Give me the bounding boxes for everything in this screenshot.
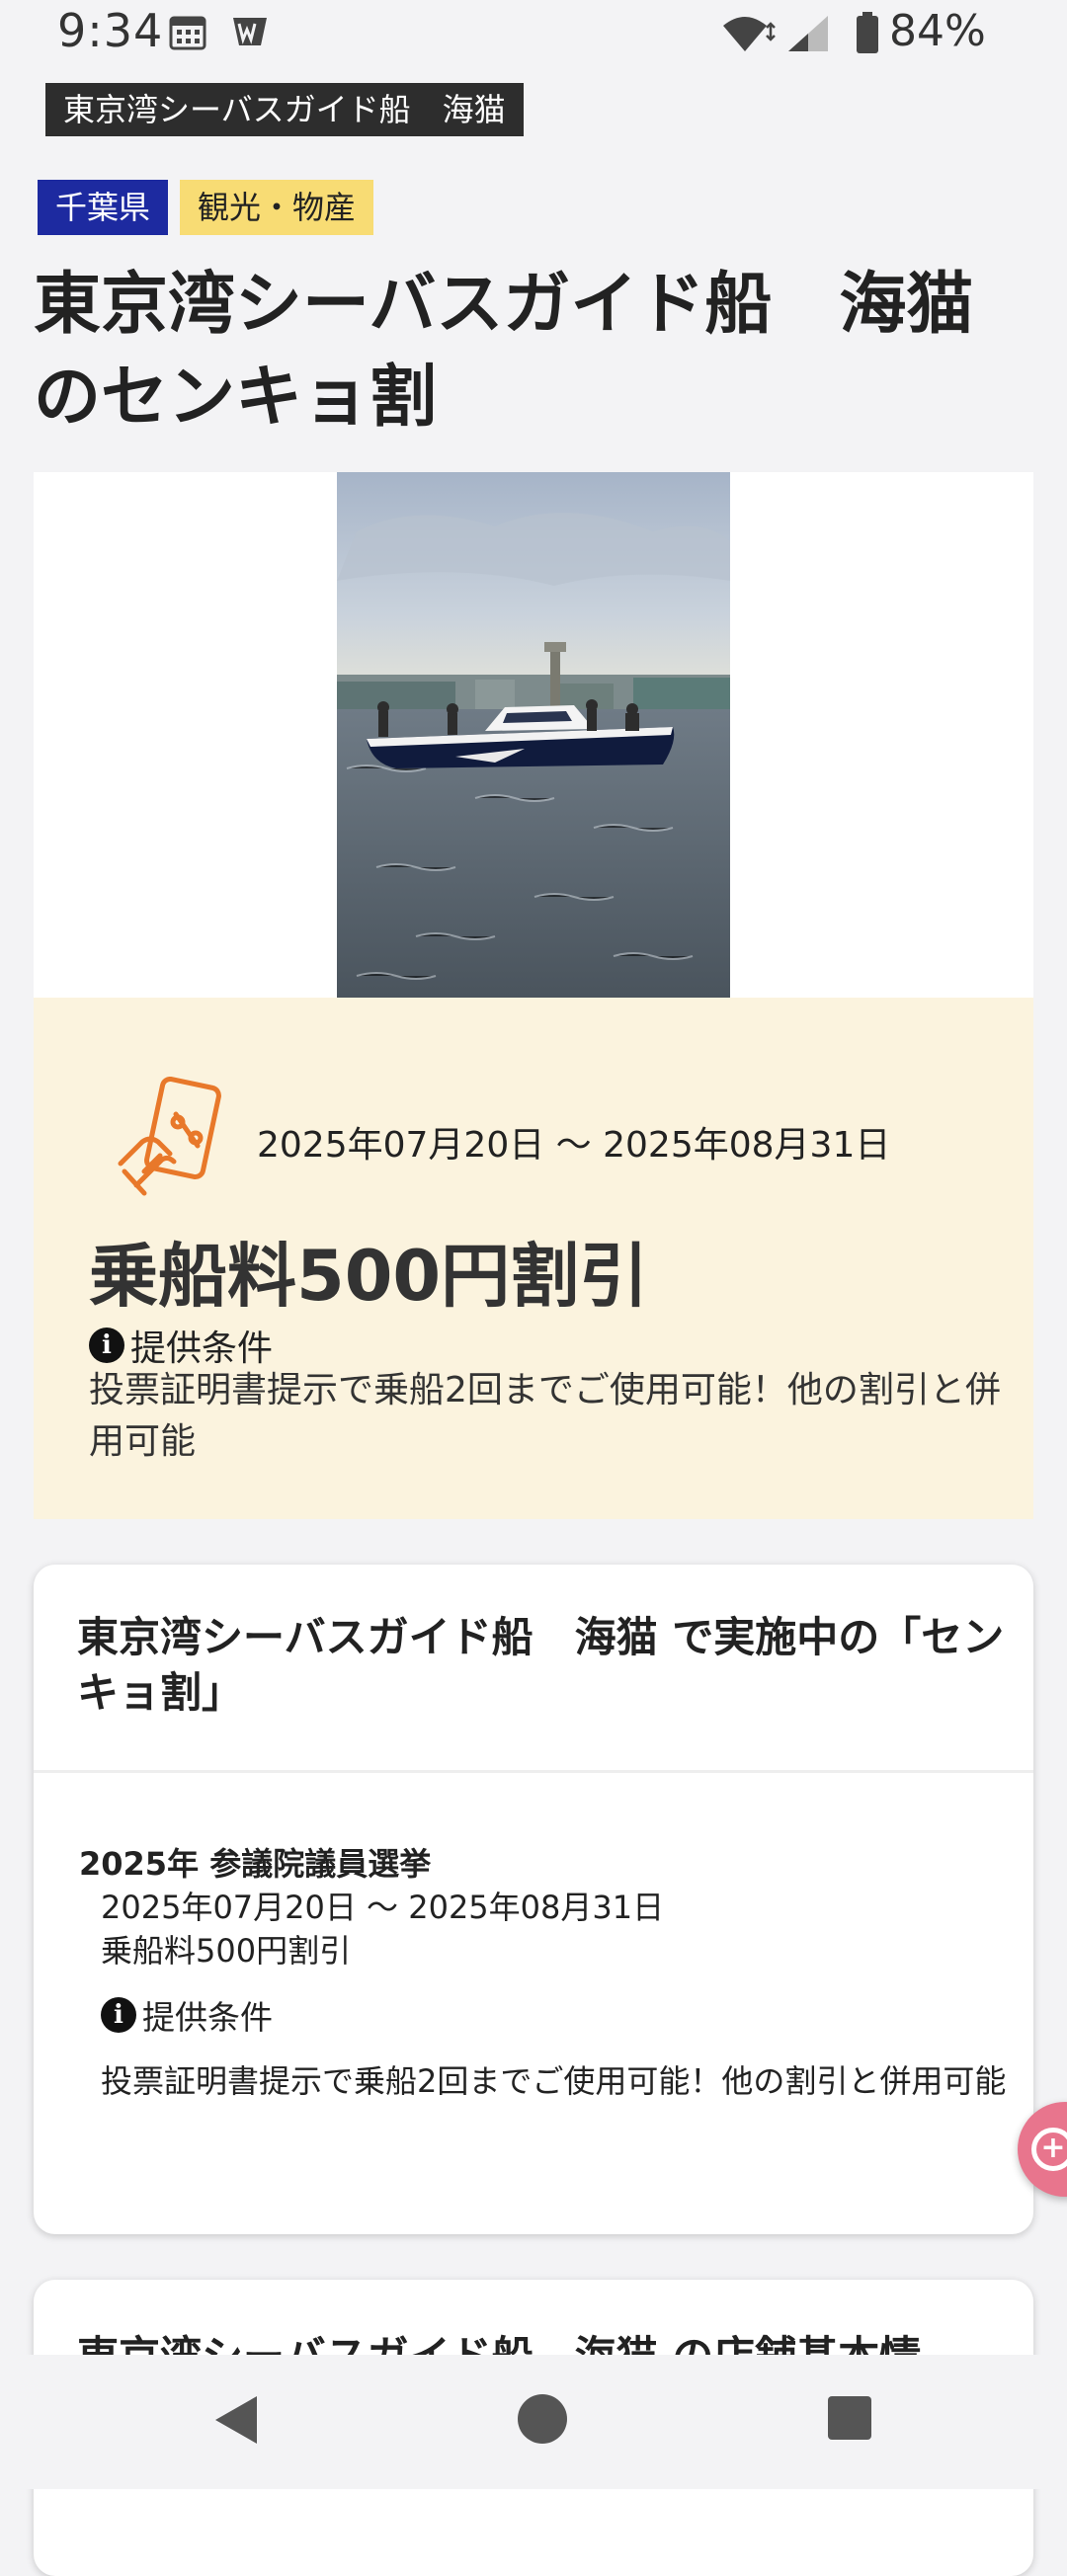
offer-conditions-label: 提供条件 bbox=[130, 1328, 274, 1369]
weathernews-icon bbox=[233, 18, 267, 45]
battery-percent: 84% bbox=[889, 6, 986, 56]
recent-apps-icon[interactable] bbox=[828, 2396, 871, 2440]
tag-list: 千葉県 観光・物産 bbox=[38, 180, 374, 235]
store-photo-container bbox=[34, 472, 1033, 998]
info-icon: i bbox=[89, 1328, 124, 1363]
campaign-period: 2025年07月20日 〜 2025年08月31日 bbox=[101, 1889, 665, 1926]
campaign-conditions-text: 投票証明書提示で乗船2回までご使用可能！他の割引と併用可能 bbox=[101, 2062, 1007, 2100]
campaign-card: 東京湾シーバスガイド船 海猫 で実施中の「センキョ割」 2025年 参議院議員選… bbox=[34, 1565, 1033, 2234]
election-name: 2025年 参議院議員選挙 bbox=[79, 1845, 432, 1883]
boat-photo bbox=[337, 472, 730, 998]
header-title-bar: 東京湾シーバスガイド船 海猫 bbox=[45, 83, 524, 136]
offer-headline: 乗船料500円割引 bbox=[89, 1236, 649, 1317]
offer-conditions-text: 投票証明書提示で乗船2回までご使用可能！他の割引と併用可能 bbox=[89, 1370, 1001, 1462]
info-icon: i bbox=[101, 1997, 136, 2033]
status-bar: 9:34 84% bbox=[0, 0, 1067, 69]
card-divider bbox=[34, 1770, 1033, 1773]
campaign-discount: 乗船料500円割引 bbox=[101, 1932, 352, 1970]
back-icon[interactable] bbox=[211, 2392, 259, 2448]
offer-period: 2025年07月20日 〜 2025年08月31日 bbox=[257, 1125, 891, 1166]
page-title: 東京湾シーバスガイド船 海猫のセンキョ割 bbox=[34, 266, 974, 437]
plus-circle-icon: + bbox=[1031, 2128, 1067, 2171]
prefecture-tag[interactable]: 千葉県 bbox=[38, 180, 169, 235]
campaign-card-title: 東京湾シーバスガイド船 海猫 で実施中の「センキョ割」 bbox=[77, 1613, 1005, 1717]
battery-icon bbox=[857, 12, 878, 53]
home-icon[interactable] bbox=[518, 2394, 567, 2444]
status-time: 9:34 bbox=[57, 4, 164, 57]
signal-icon bbox=[788, 16, 828, 51]
wifi-icon bbox=[723, 17, 776, 51]
category-tag[interactable]: 観光・物産 bbox=[180, 180, 374, 235]
campaign-conditions-label-row: i 提供条件 bbox=[101, 1991, 273, 2039]
calendar-icon bbox=[169, 16, 206, 50]
smartphone-discount-icon bbox=[118, 1077, 221, 1196]
offer-panel: 2025年07月20日 〜 2025年08月31日 乗船料500円割引 i 提供… bbox=[34, 998, 1033, 1519]
offer-conditions-label-row: i 提供条件 bbox=[89, 1320, 273, 1371]
navigation-bar bbox=[0, 2355, 1067, 2489]
campaign-conditions-label: 提供条件 bbox=[142, 1998, 273, 2037]
